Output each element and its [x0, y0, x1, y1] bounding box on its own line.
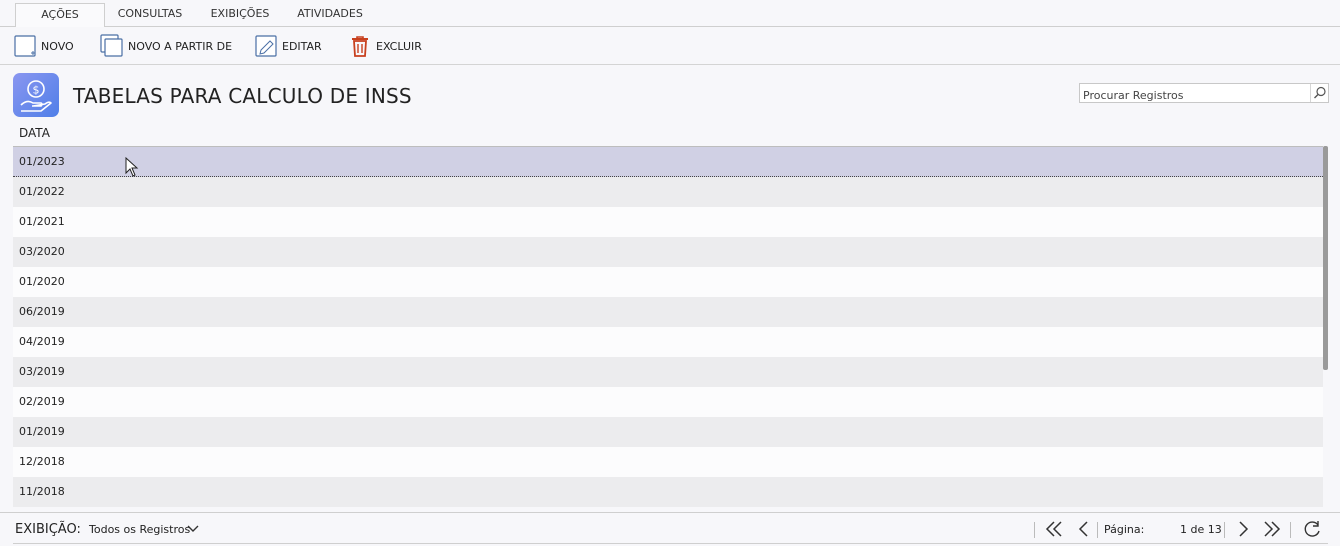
search-box	[1079, 83, 1329, 105]
page-label: Página:	[1104, 523, 1145, 536]
column-header-data[interactable]: DATA	[19, 126, 50, 140]
action-toolbar: NOVO NOVO A PARTIR DE EDITAR EXCLUIR	[0, 27, 1340, 65]
table-row[interactable]: 11/2018	[13, 477, 1323, 507]
vertical-scrollbar[interactable]	[1323, 146, 1328, 370]
new-from-button-label: NOVO A PARTIR DE	[128, 39, 233, 53]
table-row[interactable]: 01/2020	[13, 267, 1323, 297]
tab-exibicoes[interactable]: EXIBIÇÕES	[200, 3, 280, 27]
table-row[interactable]: 12/2018	[13, 447, 1323, 477]
page-title: TABELAS PARA CALCULO DE INSS	[73, 84, 412, 108]
divider	[13, 543, 1328, 544]
tab-acoes[interactable]: AÇÕES	[15, 3, 105, 28]
trash-icon	[352, 36, 368, 57]
refresh-icon[interactable]	[1302, 519, 1322, 539]
grid-footer: EXIBIÇÃO: Todos os Registros Página: 1 d…	[0, 512, 1340, 546]
ribbon-tabs: AÇÕES CONSULTAS EXIBIÇÕES ATIVIDADES	[0, 0, 1340, 28]
table-row[interactable]: 01/2023	[13, 147, 1323, 177]
mouse-cursor-icon	[125, 157, 139, 177]
divider	[1097, 522, 1098, 538]
records-grid: 01/2023 01/2022 01/2021 03/2020 01/2020 …	[13, 146, 1323, 510]
search-icon	[1314, 86, 1326, 99]
table-row[interactable]: 04/2019	[13, 327, 1323, 357]
next-page-icon[interactable]	[1233, 519, 1253, 539]
table-row[interactable]: 01/2021	[13, 207, 1323, 237]
delete-button[interactable]: EXCLUIR	[348, 33, 422, 59]
table-row[interactable]: 01/2019	[13, 417, 1323, 447]
table-row[interactable]: 06/2019	[13, 297, 1323, 327]
first-page-icon[interactable]	[1044, 519, 1064, 539]
last-page-icon[interactable]	[1262, 519, 1282, 539]
tab-atividades[interactable]: ATIVIDADES	[290, 3, 370, 27]
chevron-down-icon[interactable]	[186, 522, 200, 536]
search-button[interactable]	[1310, 84, 1328, 102]
divider	[1034, 522, 1035, 538]
edit-button[interactable]: EDITAR	[254, 33, 322, 59]
view-label: EXIBIÇÃO:	[15, 522, 81, 537]
table-row[interactable]: 03/2019	[13, 357, 1323, 387]
divider	[1290, 522, 1291, 538]
edit-document-icon	[255, 35, 277, 57]
svg-text:$: $	[33, 84, 40, 97]
tab-consultas[interactable]: CONSULTAS	[110, 3, 190, 27]
edit-button-label: EDITAR	[282, 39, 322, 53]
search-input[interactable]	[1080, 86, 1308, 105]
view-selector[interactable]: Todos os Registros	[89, 523, 190, 536]
table-row[interactable]: 02/2019	[13, 387, 1323, 417]
table-row[interactable]: 03/2020	[13, 237, 1323, 267]
new-button-label: NOVO	[41, 39, 74, 53]
copy-document-icon	[100, 34, 123, 57]
new-button[interactable]: NOVO	[13, 33, 74, 59]
delete-button-label: EXCLUIR	[376, 39, 422, 53]
money-hand-icon: $	[13, 73, 59, 117]
page-indicator: 1 de 13	[1180, 523, 1222, 536]
new-document-icon	[14, 35, 36, 57]
divider	[1224, 522, 1225, 538]
previous-page-icon[interactable]	[1074, 519, 1094, 539]
table-row[interactable]: 01/2022	[13, 177, 1323, 207]
new-from-button[interactable]: NOVO A PARTIR DE	[100, 33, 232, 59]
